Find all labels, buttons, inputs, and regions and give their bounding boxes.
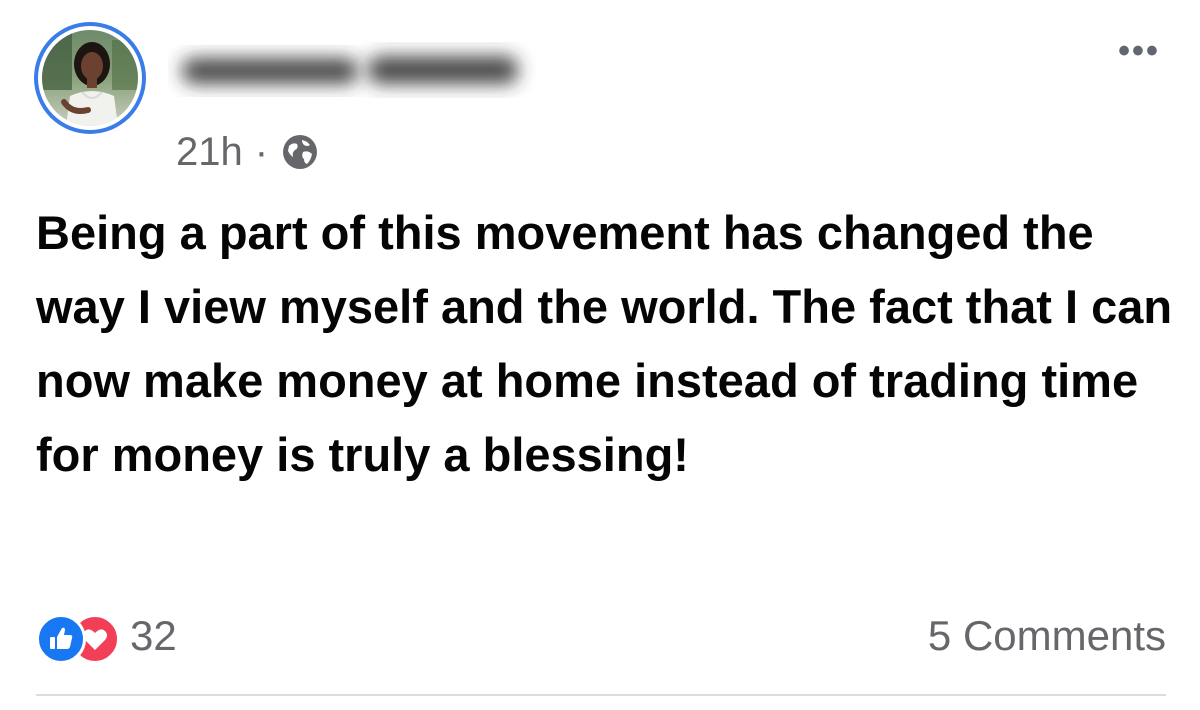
post-text: Being a part of this movement has change… [36, 206, 1173, 481]
globe-icon[interactable] [280, 132, 320, 172]
post-meta: 21h · [176, 126, 320, 178]
post-timestamp[interactable]: 21h [176, 130, 243, 175]
avatar-frame [38, 26, 142, 130]
reactions-summary[interactable]: 32 [36, 608, 177, 664]
like-icon [36, 614, 86, 664]
reaction-icons [36, 612, 120, 664]
meta-separator: · [254, 129, 269, 174]
reaction-count: 32 [130, 612, 177, 659]
facebook-post: ••• 21h · Being a part of this movement … [0, 0, 1200, 710]
profile-photo-icon [42, 30, 138, 126]
comments-count-link[interactable]: 5 Comments [928, 608, 1166, 664]
author-avatar[interactable] [34, 22, 146, 134]
divider [36, 694, 1166, 696]
ellipsis-icon: ••• [1118, 32, 1160, 70]
more-options-button[interactable]: ••• [1106, 32, 1172, 70]
author-name-obscured[interactable] [168, 40, 568, 100]
